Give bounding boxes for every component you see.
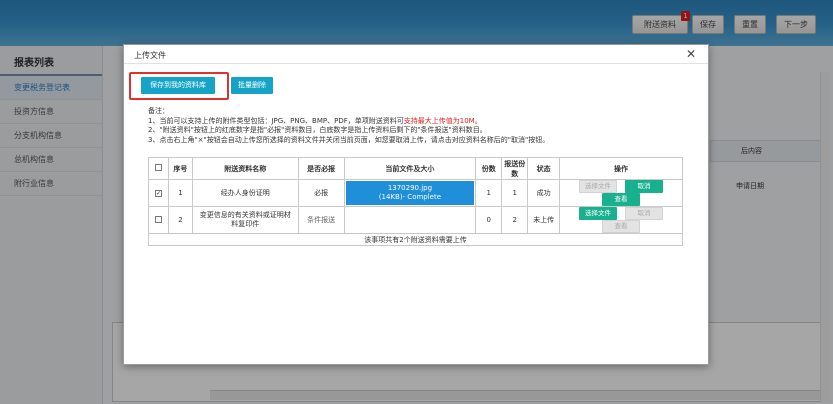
header-index: 序号 <box>167 157 193 180</box>
uploaded-file-info: 1370290.jpg (14KB)- Complete <box>345 181 475 205</box>
header-attachment-name: 附送资料名称 <box>191 157 299 180</box>
note-line-1-max-size: 支持最大上传值为10M。 <box>403 116 482 125</box>
dialog-title: 上传文件 <box>134 51 166 60</box>
close-icon[interactable]: ✕ <box>686 47 696 61</box>
select-file-button[interactable]: 选择文件 <box>579 180 618 193</box>
row-submitted-copies: 1 <box>501 179 529 207</box>
row-attachment-name: 变更信息的有关资料或证明材料复印件 <box>191 206 299 234</box>
header-actions: 操作 <box>559 157 683 180</box>
row-status: 成功 <box>527 179 561 207</box>
table-header-row: 序号 附送资料名称 是否必报 当前文件及大小 份数 报送份数 状态 操作 <box>148 157 683 180</box>
header-copies: 份数 <box>475 157 503 180</box>
row-index: 2 <box>167 206 193 234</box>
row-index: 1 <box>167 179 193 207</box>
row-file-cell <box>343 206 477 234</box>
view-button[interactable]: 查看 <box>602 193 641 206</box>
row-checkbox[interactable] <box>154 215 162 223</box>
header-submitted-copies: 报送份数 <box>501 157 529 180</box>
note-line-3: 3、点击右上角"×"按钮会自动上传您所选择的资料文件并关闭当前页面，如您要取消上… <box>148 135 550 144</box>
save-to-library-button[interactable]: 保存到我的资料库 <box>141 77 215 94</box>
dialog-header: 上传文件 ✕ <box>124 45 708 64</box>
row-select-cell: ✓ <box>148 179 169 207</box>
row-file-cell: 1370290.jpg (14KB)- Complete <box>343 179 477 207</box>
row-actions: 选择文件 取消查看 <box>559 179 683 207</box>
row-status: 未上传 <box>527 206 561 234</box>
row-copies: 1 <box>475 179 503 207</box>
note-line-1-text: 1、当前可以支持上传的附件类型包括：JPG、PNG、BMP、PDF，单项附送资料… <box>148 116 404 125</box>
uploaded-file-name: 1370290.jpg <box>387 184 433 192</box>
header-current-file: 当前文件及大小 <box>343 157 477 180</box>
cancel-button[interactable]: 取消 <box>625 180 664 193</box>
select-all-checkbox[interactable] <box>154 164 162 171</box>
attachments-table: 序号 附送资料名称 是否必报 当前文件及大小 份数 报送份数 状态 操作 ✓ 1… <box>148 157 683 246</box>
row-attachment-name: 经办人身份证明 <box>191 179 299 207</box>
cancel-button[interactable]: 取消 <box>625 207 664 220</box>
upload-file-dialog: 上传文件 ✕ 保存到我的资料库 批量删除 备注： 1、当前可以支持上传的附件类型… <box>123 44 709 365</box>
batch-delete-button[interactable]: 批量删除 <box>231 77 273 94</box>
row-actions: 选择文件 取消查看 <box>559 206 683 234</box>
table-footer-row: 该事项共有2个附送资料需要上传 <box>148 233 683 246</box>
table-row: 2 变更信息的有关资料或证明材料复印件 条件报送 0 2 未上传 选择文件 取消查… <box>148 206 683 234</box>
header-select-all[interactable] <box>148 157 169 180</box>
select-file-button[interactable]: 选择文件 <box>579 207 618 220</box>
view-button[interactable]: 查看 <box>602 220 641 233</box>
uploaded-file-size: (14KB)- Complete <box>378 193 442 201</box>
note-line-1: 1、当前可以支持上传的附件类型包括：JPG、PNG、BMP、PDF，单项附送资料… <box>148 117 698 127</box>
row-required: 必报 <box>297 179 345 207</box>
row-required: 条件报送 <box>297 206 345 234</box>
row-select-cell <box>148 206 169 234</box>
header-status: 状态 <box>527 157 561 180</box>
row-submitted-copies: 2 <box>501 206 529 234</box>
notes-heading: 备注： <box>148 107 169 115</box>
row-copies: 0 <box>475 206 503 234</box>
row-checkbox[interactable]: ✓ <box>154 190 162 197</box>
header-required: 是否必报 <box>297 157 345 180</box>
note-line-2: 2、"附送资料"按钮上的红底数字是指"必报"资料数目，白底数字是指上传资料后剩下… <box>148 126 487 134</box>
notes-section: 备注： 1、当前可以支持上传的附件类型包括：JPG、PNG、BMP、PDF，单项… <box>148 107 698 145</box>
table-row: ✓ 1 经办人身份证明 必报 1370290.jpg (14KB)- Compl… <box>148 179 683 207</box>
table-footer-summary: 该事项共有2个附送资料需要上传 <box>148 233 683 246</box>
